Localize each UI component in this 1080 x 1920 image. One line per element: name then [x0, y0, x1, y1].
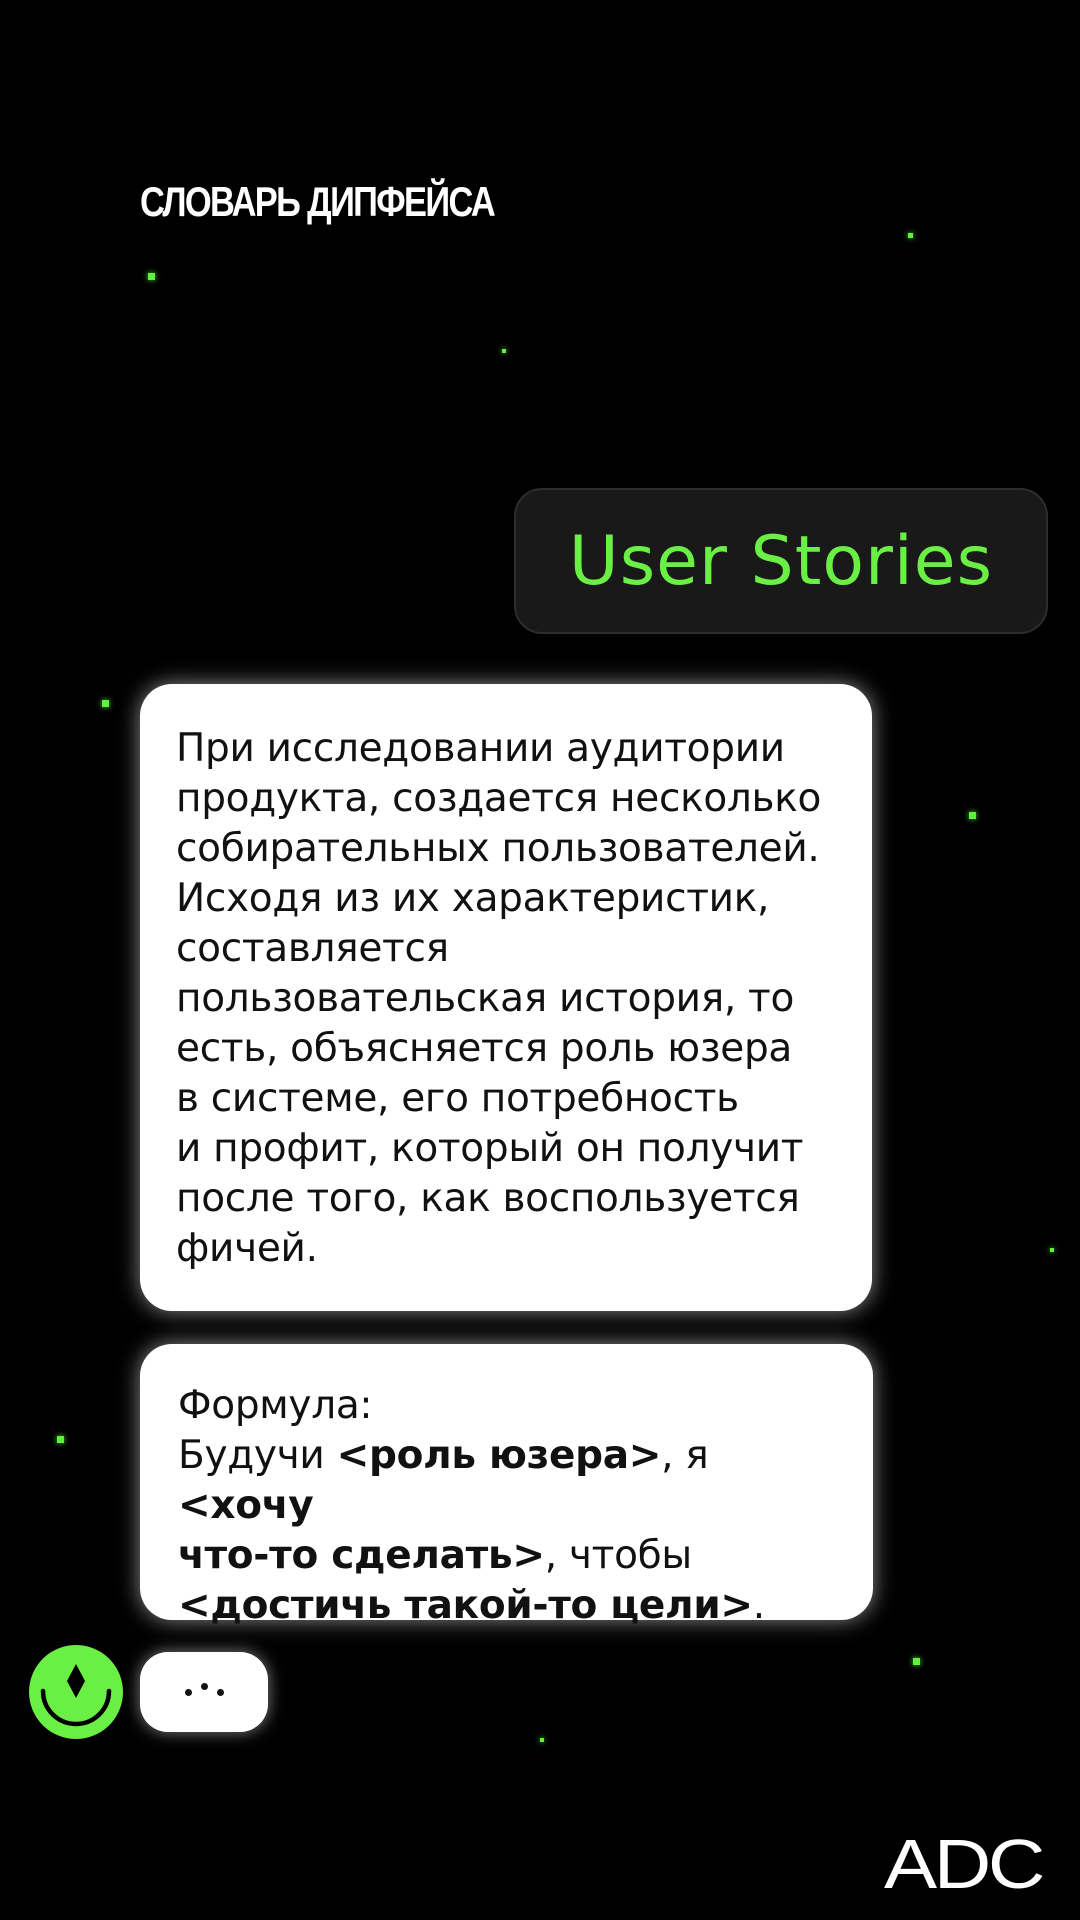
star-decoration [908, 233, 913, 238]
page-title: СЛОВАРЬ ДИПФЕЙСА [140, 178, 496, 225]
formula-line-2: что-то сделать>, чтобы [178, 1533, 692, 1578]
star-decoration [148, 273, 155, 280]
definition-message: При исследовании аудитории продукта, соз… [140, 684, 872, 1311]
formula-line-3: <достичь такой-то цели>. [178, 1583, 765, 1628]
formula-want-continued: что-то сделать> [178, 1533, 545, 1578]
smiley-diamond-icon [40, 1664, 112, 1727]
typing-dots-icon [184, 1688, 192, 1696]
star-decoration [102, 700, 109, 707]
topic-bubble[interactable]: User Stories [514, 488, 1048, 634]
typing-indicator [140, 1652, 268, 1732]
formula-want: <хочу [178, 1483, 314, 1528]
star-decoration [502, 349, 506, 353]
star-decoration [1050, 1248, 1054, 1252]
formula-line-1: Будучи <роль юзера>, я <хочу [178, 1433, 709, 1528]
formula-goal: <достичь такой-то цели> [178, 1583, 753, 1628]
star-decoration [969, 812, 976, 819]
avatar[interactable] [29, 1645, 123, 1739]
star-decoration [540, 1738, 544, 1742]
formula-role: <роль юзера> [336, 1433, 662, 1478]
topic-label: User Stories [568, 521, 994, 601]
formula-message: Формула: Будучи <роль юзера>, я <хочу чт… [140, 1344, 873, 1628]
definition-text: При исследовании аудитории продукта, соз… [176, 726, 822, 1271]
typing-dots-icon [216, 1688, 224, 1696]
formula-heading: Формула: [178, 1383, 373, 1428]
star-decoration [913, 1658, 920, 1665]
brand-logo-text: ADC [884, 1832, 1043, 1892]
typing-dots-icon [200, 1682, 208, 1690]
star-decoration [57, 1436, 64, 1443]
brand-logo: ADC [884, 1825, 1046, 1903]
